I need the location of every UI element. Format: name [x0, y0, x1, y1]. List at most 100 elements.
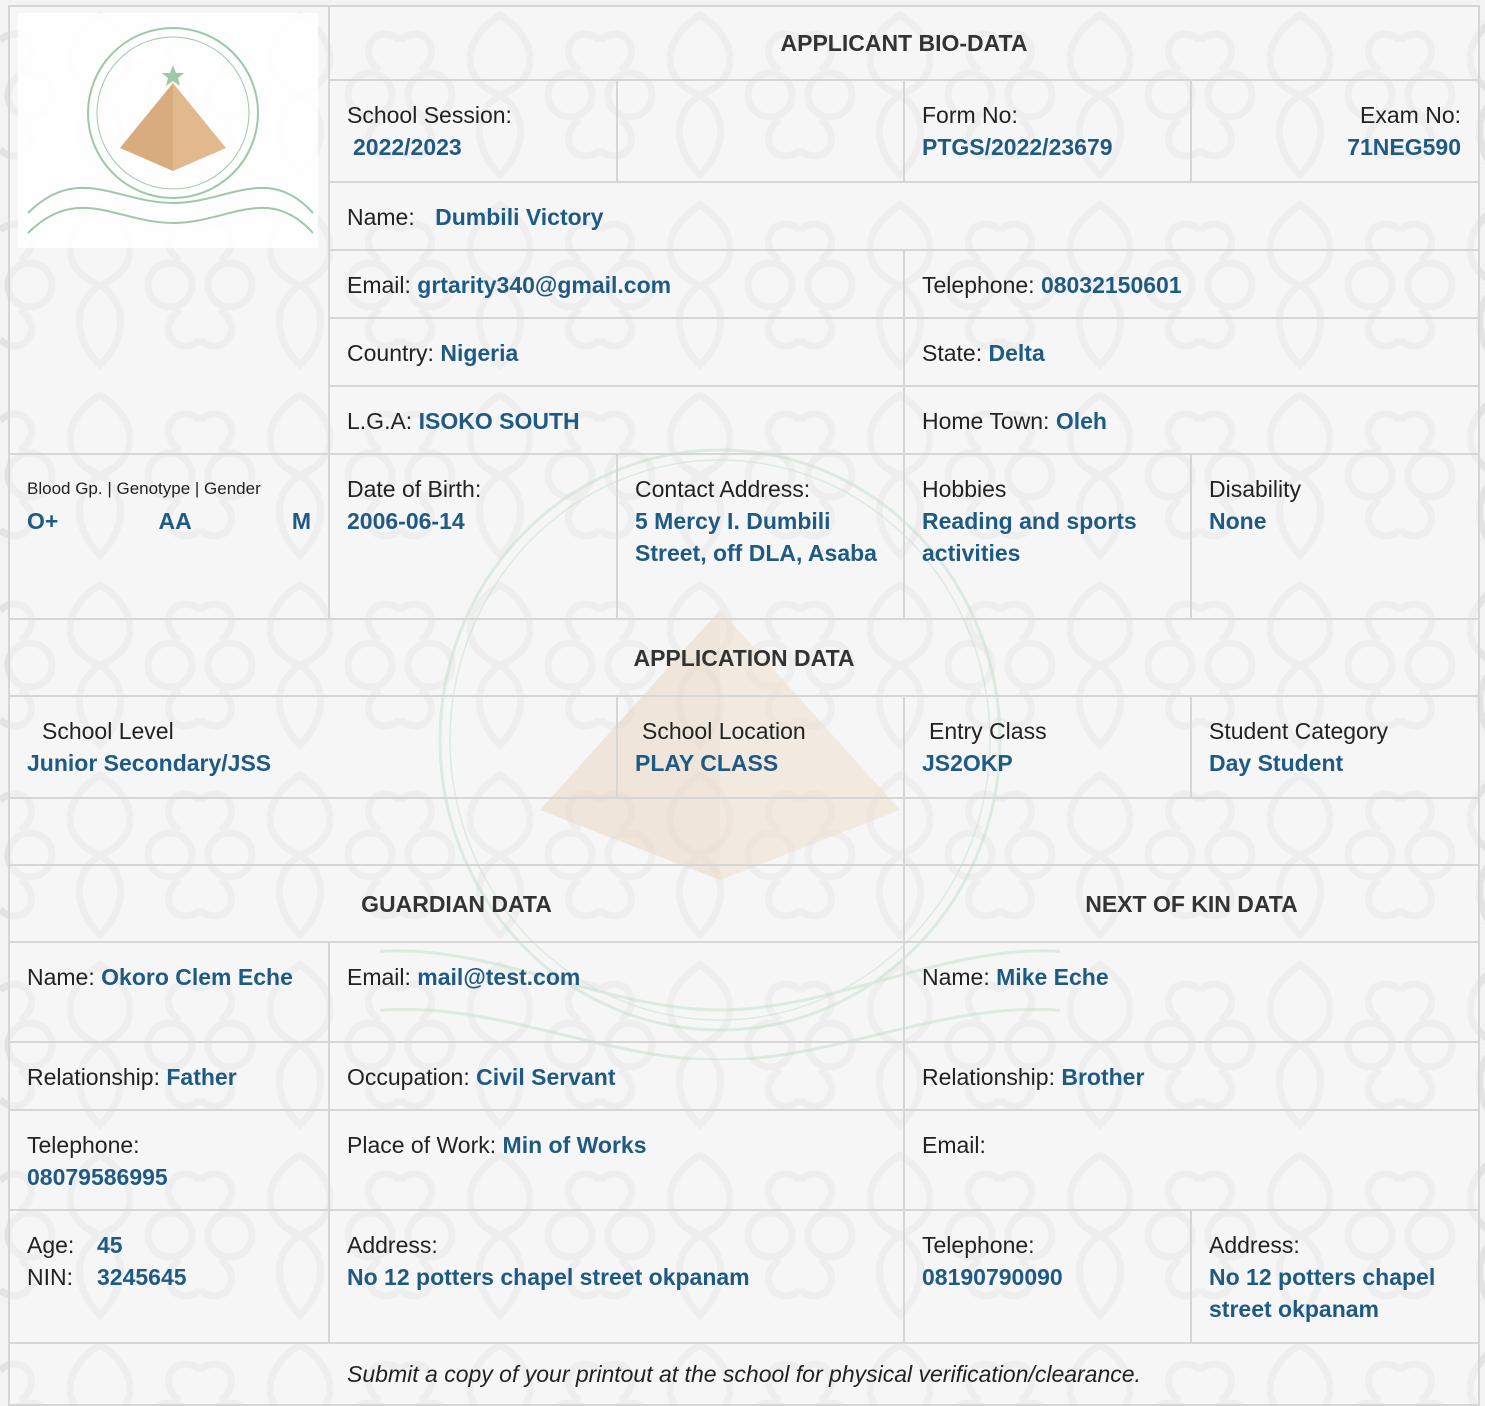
application-data-heading: APPLICATION DATA: [7, 618, 1481, 697]
kin-name-value: Mike Eche: [996, 964, 1109, 990]
guardian-address-label: Address:: [347, 1232, 438, 1258]
lga-value: ISOKO SOUTH: [418, 408, 580, 434]
student-category-cell: Student Category Day Student: [1189, 695, 1481, 799]
bio-data-heading: APPLICANT BIO-DATA: [327, 5, 1481, 81]
country-label: Country:: [347, 340, 434, 366]
telephone-cell: Telephone: 08032150601: [902, 249, 1481, 319]
guardian-telephone-value: 08079586995: [27, 1164, 168, 1190]
school-level-value: Junior Secondary/JSS: [27, 750, 272, 776]
dob-value: 2006-06-14: [347, 508, 465, 534]
kin-relationship-cell: Relationship: Brother: [902, 1041, 1481, 1111]
spacer-cell: [8, 797, 905, 866]
guardian-email-cell: Email: mail@test.com: [328, 941, 905, 1043]
bio-data-form: APPLICANT BIO-DATA School Session: 2022/…: [7, 5, 1481, 1406]
empty-cell: [616, 79, 905, 183]
state-value: Delta: [988, 340, 1045, 366]
school-logo: [18, 13, 318, 248]
guardian-nin-value: 3245645: [97, 1264, 187, 1290]
country-cell: Country: Nigeria: [328, 317, 905, 387]
guardian-occupation-cell: Occupation: Civil Servant: [328, 1041, 905, 1111]
guardian-age-label: Age:: [27, 1232, 75, 1258]
kin-telephone-label: Telephone:: [922, 1232, 1035, 1258]
dob-cell: Date of Birth: 2006-06-14: [328, 453, 618, 620]
name-label: Name:: [347, 204, 415, 230]
kin-address-label: Address:: [1209, 1232, 1300, 1258]
school-location-value: PLAY CLASS: [635, 750, 779, 776]
name-value: Dumbili Victory: [435, 204, 604, 230]
state-cell: State: Delta: [902, 317, 1481, 387]
disability-label: Disability: [1209, 476, 1302, 502]
school-location-label: School Location: [642, 718, 806, 744]
guardian-occupation-label: Occupation:: [347, 1064, 470, 1090]
hobbies-label: Hobbies: [922, 476, 1007, 502]
blood-genotype-gender-label: Blood Gp. | Genotype | Gender: [27, 479, 261, 498]
email-value: grtarity340@gmail.com: [417, 272, 672, 298]
kin-name-label: Name:: [922, 964, 990, 990]
disability-value: None: [1209, 508, 1267, 534]
contact-address-value: 5 Mercy I. Dumbili Street, off DLA, Asab…: [635, 508, 877, 566]
school-logo-cell: [8, 5, 330, 455]
guardian-telephone-label: Telephone:: [27, 1132, 140, 1158]
lga-cell: L.G.A: ISOKO SOUTH: [328, 385, 905, 455]
form-no-cell: Form No: PTGS/2022/23679: [903, 79, 1192, 183]
student-category-value: Day Student: [1209, 750, 1344, 776]
guardian-work-value: Min of Works: [502, 1132, 647, 1158]
guardian-address-value: No 12 potters chapel street okpanam: [347, 1264, 750, 1290]
school-level-label: School Level: [42, 718, 174, 744]
guardian-address-cell: Address: No 12 potters chapel street okp…: [328, 1209, 905, 1344]
guardian-work-label: Place of Work:: [347, 1132, 497, 1158]
hobbies-cell: Hobbies Reading and sports activities: [903, 453, 1192, 620]
exam-no-label: Exam No:: [1360, 102, 1462, 128]
genotype-value: AA: [158, 508, 192, 534]
form-no-label: Form No:: [922, 102, 1018, 128]
telephone-label: Telephone:: [922, 272, 1035, 298]
hometown-cell: Home Town: Oleh: [902, 385, 1481, 455]
email-cell: Email: grtarity340@gmail.com: [328, 249, 905, 319]
hometown-label: Home Town:: [922, 408, 1050, 434]
kin-telephone-value: 08190790090: [922, 1264, 1063, 1290]
session-value: 2022/2023: [353, 134, 462, 160]
kin-relationship-value: Brother: [1061, 1064, 1145, 1090]
blood-group-value: O+: [27, 508, 59, 534]
guardian-age-value: 45: [97, 1232, 123, 1258]
exam-no-cell: Exam No: 71NEG590: [1189, 79, 1481, 183]
kin-telephone-cell: Telephone: 08190790090: [903, 1209, 1192, 1344]
student-category-label: Student Category: [1209, 718, 1389, 744]
next-of-kin-heading: NEXT OF KIN DATA: [902, 864, 1481, 943]
guardian-name-cell: Name: Okoro Clem Eche: [8, 941, 330, 1043]
telephone-value: 08032150601: [1040, 272, 1182, 298]
guardian-email-label: Email:: [347, 964, 411, 990]
entry-class-label: Entry Class: [929, 718, 1047, 744]
school-location-cell: School Location PLAY CLASS: [616, 695, 905, 799]
guardian-relationship-cell: Relationship: Father: [8, 1041, 330, 1111]
kin-address-value: No 12 potters chapel street okpanam: [1209, 1264, 1436, 1322]
guardian-age-nin-cell: Age: 45 NIN: 3245645: [8, 1209, 330, 1344]
disability-cell: Disability None: [1189, 453, 1481, 620]
kin-email-cell: Email:: [902, 1109, 1481, 1211]
session-label: School Session:: [347, 102, 512, 128]
country-value: Nigeria: [440, 340, 519, 366]
school-level-cell: School Level Junior Secondary/JSS: [8, 695, 618, 799]
kin-relationship-label: Relationship:: [922, 1064, 1055, 1090]
contact-address-cell: Contact Address: 5 Mercy I. Dumbili Stre…: [616, 453, 905, 620]
hometown-value: Oleh: [1055, 408, 1107, 434]
contact-address-label: Contact Address:: [635, 476, 811, 502]
session-cell: School Session: 2022/2023: [328, 79, 618, 183]
guardian-data-heading: GUARDIAN DATA: [8, 864, 905, 943]
guardian-nin-label: NIN:: [27, 1264, 73, 1290]
entry-class-value: JS2OKP: [922, 750, 1013, 776]
guardian-telephone-cell: Telephone: 08079586995: [8, 1109, 330, 1211]
state-label: State:: [922, 340, 983, 366]
blood-genotype-gender-cell: Blood Gp. | Genotype | Gender O+ AA M: [8, 453, 330, 620]
exam-no-value: 71NEG590: [1347, 134, 1462, 160]
guardian-relationship-label: Relationship:: [27, 1064, 160, 1090]
name-cell: Name: Dumbili Victory: [327, 181, 1481, 251]
footer-note: Submit a copy of your printout at the sc…: [7, 1342, 1481, 1406]
kin-address-cell: Address: No 12 potters chapel street okp…: [1189, 1209, 1481, 1344]
guardian-name-value: Okoro Clem Eche: [101, 964, 293, 990]
guardian-email-value: mail@test.com: [417, 964, 581, 990]
email-label: Email:: [347, 272, 411, 298]
guardian-name-label: Name:: [27, 964, 95, 990]
lga-label: L.G.A:: [347, 408, 413, 434]
guardian-work-cell: Place of Work: Min of Works: [328, 1109, 905, 1211]
